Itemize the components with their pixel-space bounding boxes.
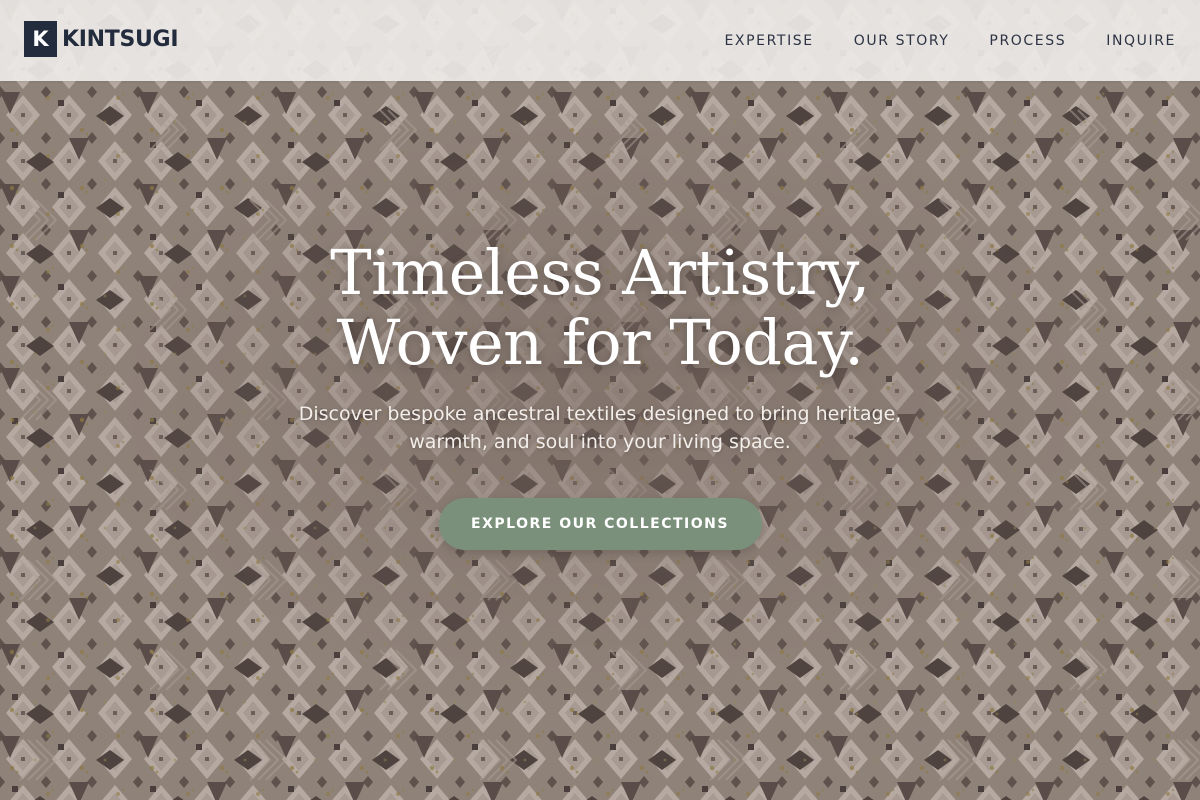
explore-collections-button[interactable]: EXPLORE OUR COLLECTIONS xyxy=(438,498,762,550)
hero-section: Timeless Artistry, Woven for Today. Disc… xyxy=(0,0,1200,800)
hero-headline: Timeless Artistry, Woven for Today. xyxy=(0,238,1200,378)
nav-inquire[interactable]: INQUIRE xyxy=(1106,33,1176,49)
nav-process[interactable]: PROCESS xyxy=(989,33,1066,49)
headline-line-1: Timeless Artistry, xyxy=(330,236,870,309)
nav-our-story[interactable]: OUR STORY xyxy=(854,33,950,49)
nav-expertise[interactable]: EXPERTISE xyxy=(724,33,813,49)
brand-name: KINTSUGI xyxy=(62,26,179,52)
hero-subtitle: Discover bespoke ancestral textiles desi… xyxy=(298,403,902,453)
main-nav: EXPERTISE OUR STORY PROCESS INQUIRE xyxy=(684,0,1176,81)
brand-logo[interactable]: K KINTSUGI xyxy=(24,21,179,57)
hero-content: Timeless Artistry, Woven for Today. Disc… xyxy=(0,238,1200,550)
brand-mark: K xyxy=(24,21,57,57)
headline-line-2: Woven for Today. xyxy=(336,306,864,379)
top-navbar: K KINTSUGI EXPERTISE OUR STORY PROCESS I… xyxy=(0,0,1200,81)
